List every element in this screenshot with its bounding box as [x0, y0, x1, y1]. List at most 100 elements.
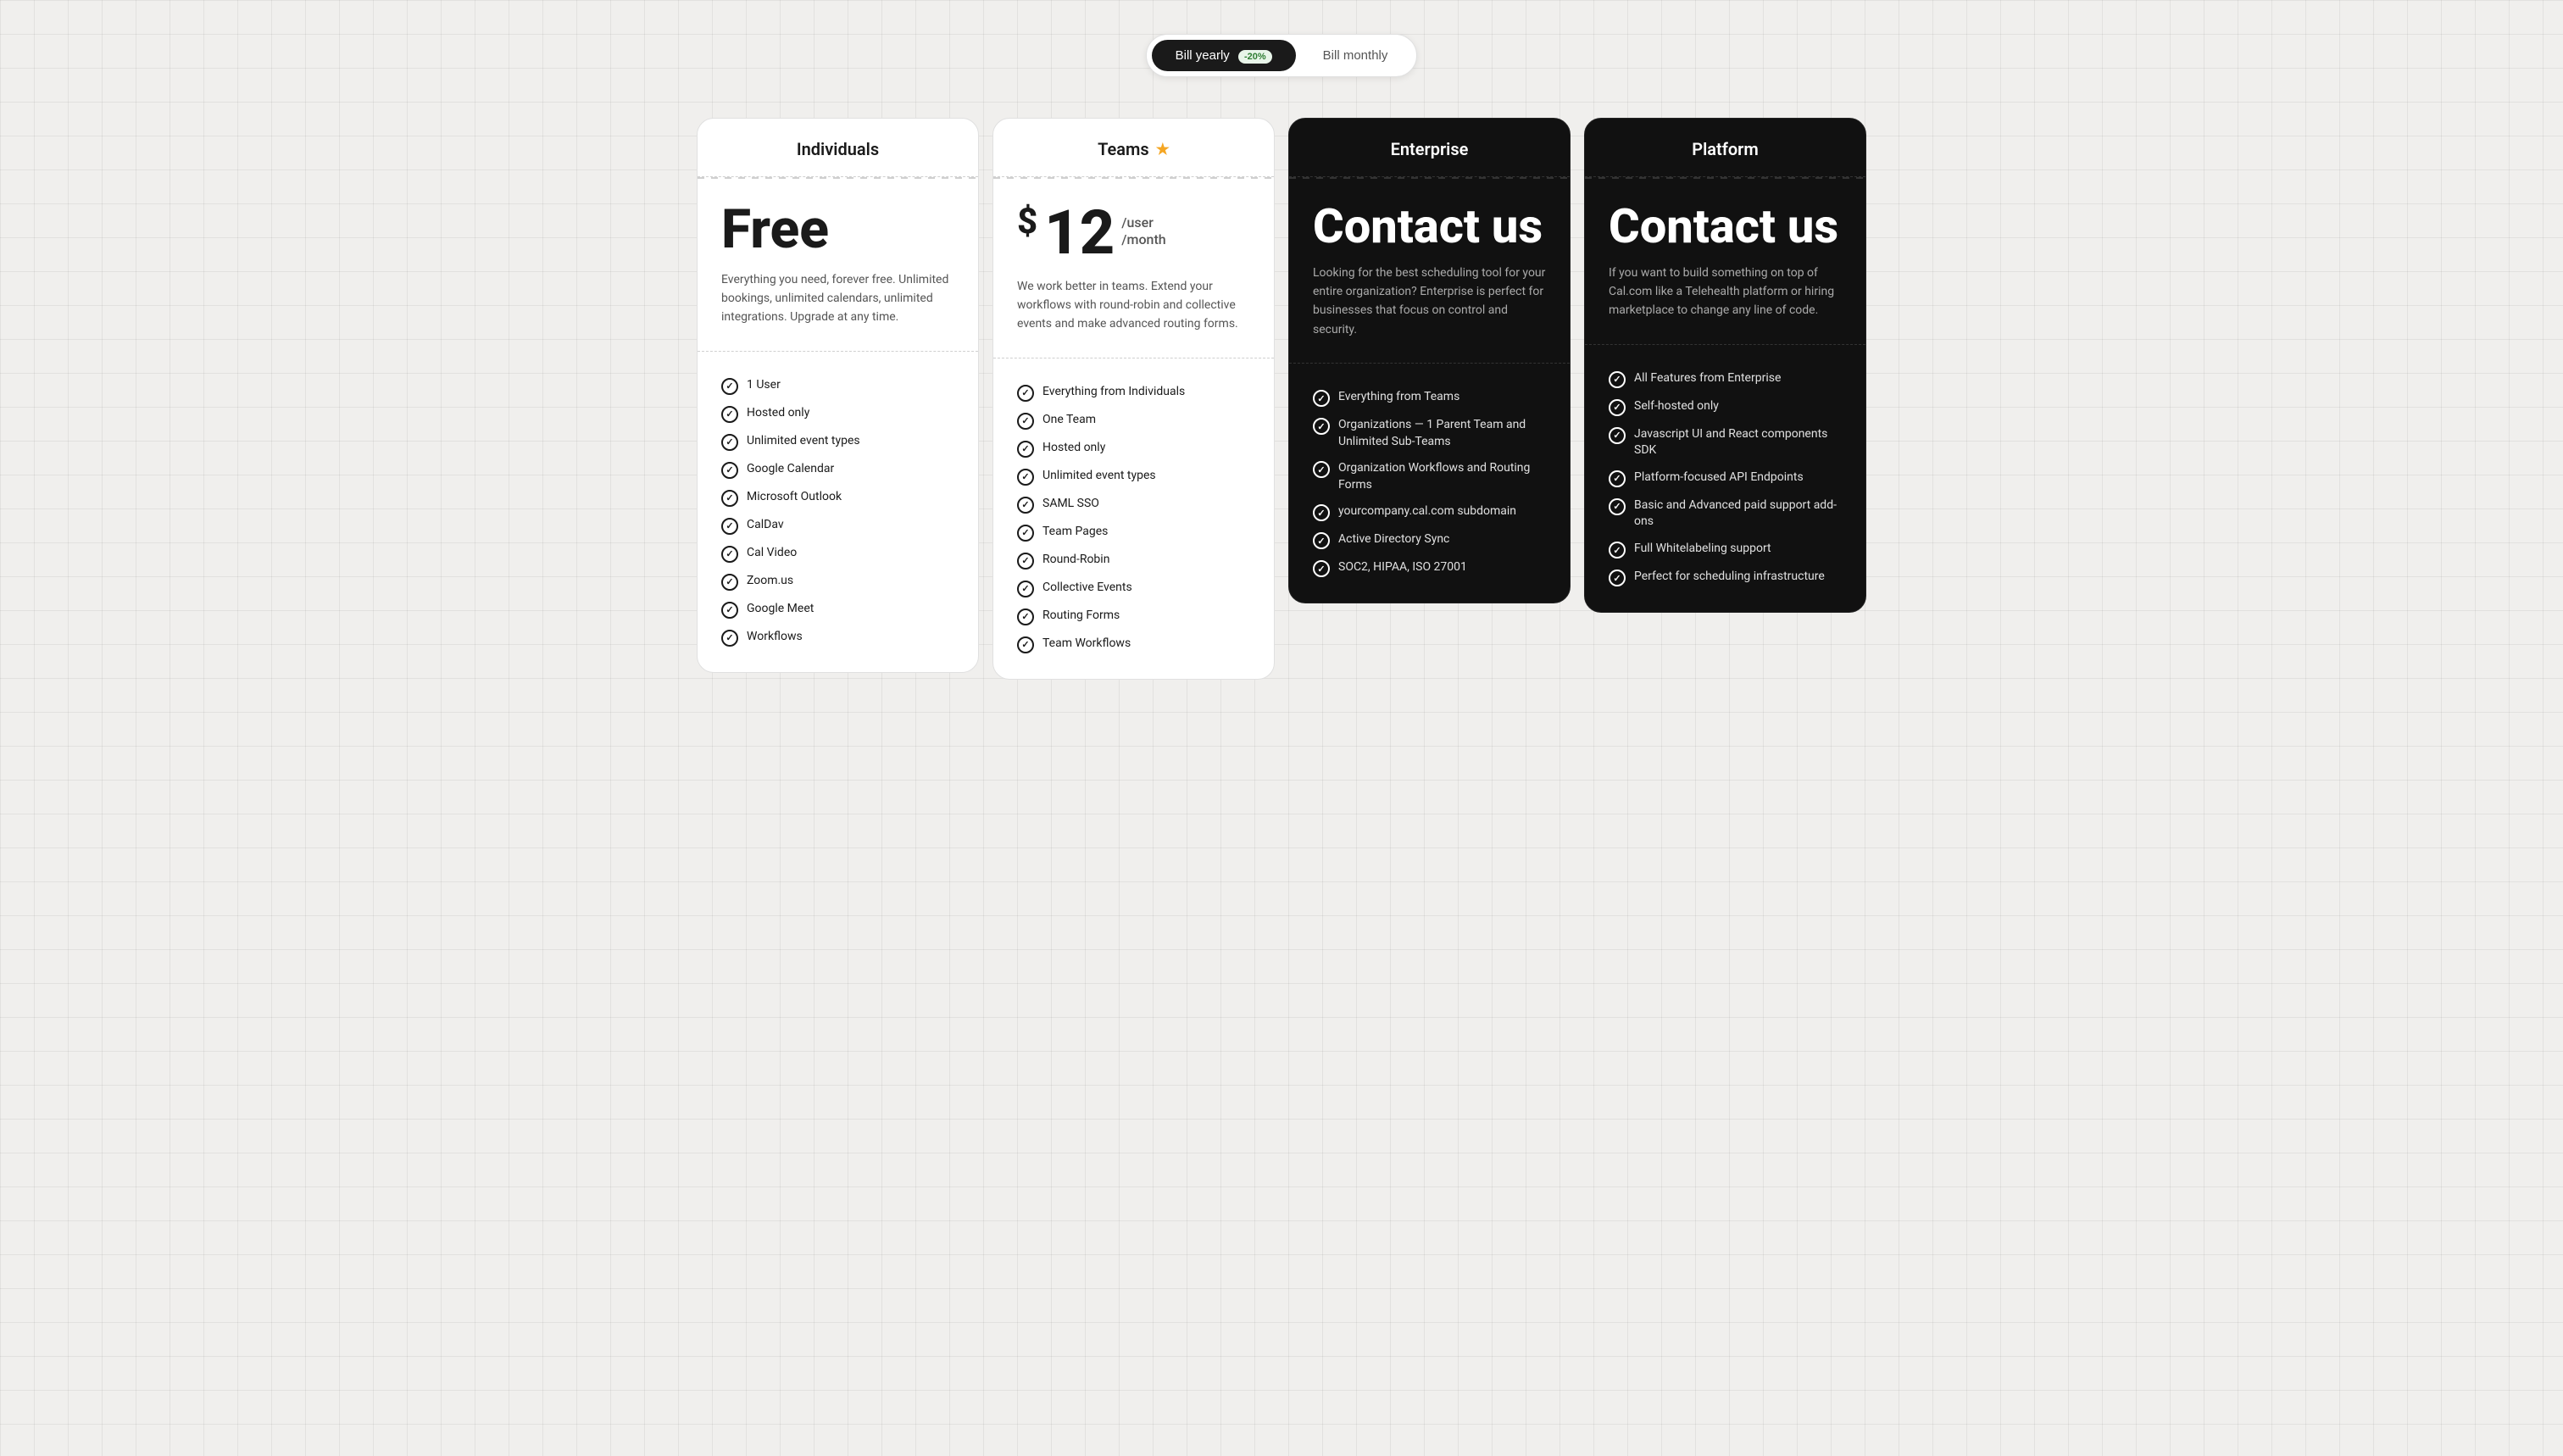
check-circle-icon: [721, 630, 738, 647]
check-circle-icon: [1017, 441, 1034, 458]
bill-yearly-button[interactable]: Bill yearly -20%: [1152, 40, 1296, 71]
feature-text: Zoom.us: [747, 573, 793, 590]
feature-text: yourcompany.cal.com subdomain: [1338, 503, 1516, 520]
feature-text: Workflows: [747, 629, 803, 646]
feature-text: Hosted only: [747, 405, 809, 422]
plan-card-teams: Teams★ $12/user/month We work better in te…: [992, 118, 1275, 680]
plan-price-teams: $12/user/month: [993, 179, 1274, 277]
plan-price-enterprise: Contact us: [1289, 179, 1570, 264]
feature-item: Basic and Advanced paid support add-ons: [1609, 492, 1842, 536]
check-circle-icon: [721, 406, 738, 423]
feature-text: Perfect for scheduling infrastructure: [1634, 569, 1825, 586]
yearly-discount-badge: -20%: [1238, 50, 1272, 64]
price-dollar-sign: $: [1017, 203, 1037, 242]
plan-title-enterprise: Enterprise: [1313, 139, 1546, 159]
feature-text: One Team: [1042, 412, 1096, 429]
feature-item: Zoom.us: [721, 568, 954, 596]
plan-desc-individuals: Everything you need, forever free. Unlim…: [698, 270, 978, 351]
feature-text: Cal Video: [747, 545, 797, 562]
bill-yearly-label: Bill yearly: [1176, 48, 1230, 63]
feature-item: Cal Video: [721, 540, 954, 568]
feature-text: Hosted only: [1042, 440, 1105, 457]
check-circle-icon: [1609, 542, 1626, 559]
check-circle-icon: [1017, 469, 1034, 486]
feature-text: Platform-focused API Endpoints: [1634, 470, 1804, 486]
check-circle-icon: [721, 378, 738, 395]
feature-item: All Features from Enterprise: [1609, 365, 1842, 393]
check-circle-icon: [721, 462, 738, 479]
feature-item: Organizations — 1 Parent Team and Unlimi…: [1313, 412, 1546, 455]
check-circle-icon: [1017, 553, 1034, 570]
feature-item: SAML SSO: [1017, 491, 1250, 519]
price-amount-wrapper: $12/user/month: [1017, 203, 1250, 264]
feature-text: Active Directory Sync: [1338, 531, 1449, 548]
feature-item: Active Directory Sync: [1313, 526, 1546, 554]
check-circle-icon: [1017, 525, 1034, 542]
price-per-month: /month: [1121, 231, 1165, 249]
feature-item: Google Meet: [721, 596, 954, 624]
check-circle-icon: [721, 574, 738, 591]
features-section-platform: All Features from EnterpriseSelf-hosted …: [1585, 344, 1865, 612]
price-number: 12: [1044, 203, 1115, 264]
check-circle-icon: [721, 434, 738, 451]
price-contact-label: Contact us: [1313, 203, 1546, 250]
feature-item: CalDav: [721, 512, 954, 540]
check-circle-icon: [1017, 497, 1034, 514]
plan-title-teams: Teams★: [1017, 139, 1250, 159]
feature-item: Unlimited event types: [1017, 463, 1250, 491]
bill-monthly-button[interactable]: Bill monthly: [1299, 40, 1412, 71]
check-circle-icon: [1313, 560, 1330, 577]
feature-item: Everything from Teams: [1313, 384, 1546, 412]
price-free-label: Free: [721, 203, 954, 257]
check-circle-icon: [721, 518, 738, 535]
feature-text: All Features from Enterprise: [1634, 370, 1781, 387]
features-section-teams: Everything from IndividualsOne TeamHoste…: [993, 358, 1274, 679]
star-icon: ★: [1156, 141, 1170, 158]
check-circle-icon: [721, 602, 738, 619]
feature-item: Hosted only: [721, 400, 954, 428]
check-circle-icon: [1609, 427, 1626, 444]
check-circle-icon: [1609, 498, 1626, 515]
check-circle-icon: [1017, 609, 1034, 625]
check-circle-icon: [1313, 461, 1330, 478]
feature-item: Microsoft Outlook: [721, 484, 954, 512]
plan-price-platform: Contact us: [1585, 179, 1865, 264]
feature-item: Routing Forms: [1017, 603, 1250, 631]
check-circle-icon: [1313, 532, 1330, 549]
feature-text: 1 User: [747, 377, 781, 394]
check-circle-icon: [1609, 399, 1626, 416]
check-circle-icon: [721, 490, 738, 507]
feature-item: Team Workflows: [1017, 631, 1250, 659]
feature-item: Workflows: [721, 624, 954, 652]
feature-item: Organization Workflows and Routing Forms: [1313, 455, 1546, 498]
billing-toggle-section: Bill yearly -20% Bill monthly: [17, 34, 2546, 77]
price-contact-label: Contact us: [1609, 203, 1842, 250]
plan-title-individuals: Individuals: [721, 139, 954, 159]
feature-item: Team Pages: [1017, 519, 1250, 547]
features-section-enterprise: Everything from Teams Organizations — 1 P…: [1289, 363, 1570, 603]
check-circle-icon: [1609, 570, 1626, 586]
plan-title-text-platform: Platform: [1692, 139, 1759, 159]
feature-text: Unlimited event types: [1042, 468, 1156, 485]
feature-item: One Team: [1017, 407, 1250, 435]
feature-item: Hosted only: [1017, 435, 1250, 463]
plan-desc-teams: We work better in teams. Extend your wor…: [993, 277, 1274, 358]
feature-text: Basic and Advanced paid support add-ons: [1634, 497, 1842, 531]
check-circle-icon: [1017, 636, 1034, 653]
check-circle-icon: [1609, 470, 1626, 487]
feature-text: Organizations — 1 Parent Team and Unlimi…: [1338, 417, 1546, 450]
check-circle-icon: [1313, 504, 1330, 521]
feature-text: Unlimited event types: [747, 433, 860, 450]
feature-item: Perfect for scheduling infrastructure: [1609, 564, 1842, 592]
plan-title-platform: Platform: [1609, 139, 1842, 159]
feature-item: Unlimited event types: [721, 428, 954, 456]
feature-item: yourcompany.cal.com subdomain: [1313, 498, 1546, 526]
feature-text: Routing Forms: [1042, 608, 1120, 625]
plan-card-individuals: Individuals Free Everything you need, fore…: [697, 118, 979, 673]
check-circle-icon: [1017, 413, 1034, 430]
feature-text: Full Whitelabeling support: [1634, 541, 1771, 558]
feature-text: Round-Robin: [1042, 552, 1109, 569]
feature-text: CalDav: [747, 517, 784, 534]
feature-text: SAML SSO: [1042, 496, 1099, 513]
feature-item: Platform-focused API Endpoints: [1609, 464, 1842, 492]
